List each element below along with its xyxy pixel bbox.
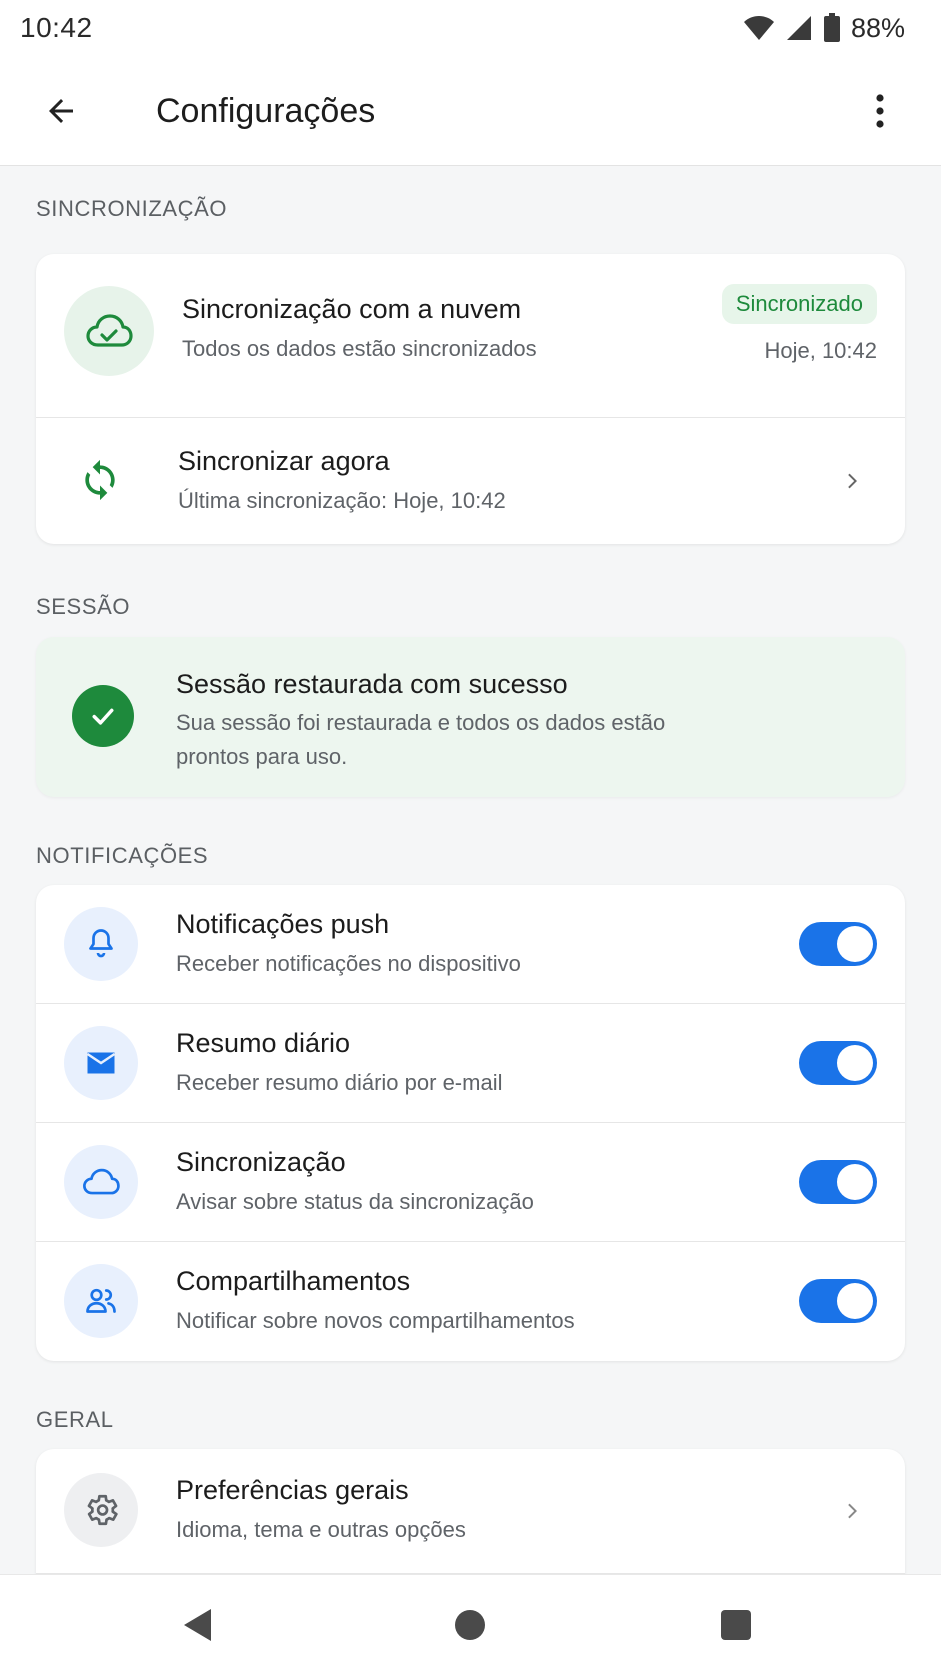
more-vert-icon <box>876 94 884 128</box>
sync-notif-title: Sincronização <box>176 1147 346 1177</box>
status-bar: 10:42 88% <box>0 0 941 56</box>
nav-recents-button[interactable] <box>714 1603 758 1647</box>
shares-subtitle: Notificar sobre novos compartilhamentos <box>176 1308 575 1333</box>
settings-screen: 10:42 88% Configurações SINCRONIZAÇÃO Si… <box>0 0 941 1672</box>
push-subtitle: Receber notificações no dispositivo <box>176 951 521 976</box>
session-message-line2: prontos para uso. <box>176 744 348 769</box>
sync-now-row[interactable]: Sincronizar agora Última sincronização: … <box>36 418 905 544</box>
signal-icon <box>786 16 811 40</box>
cloud-sync-title: Sincronização com a nuvem <box>182 294 522 324</box>
system-nav-bar <box>0 1574 941 1672</box>
wifi-icon <box>743 16 774 40</box>
toggle-knob <box>837 1283 873 1319</box>
app-bar: Configurações <box>0 56 941 166</box>
people-icon <box>86 1288 116 1313</box>
list-item-push[interactable]: Notificações push Receber notificações n… <box>36 885 905 1003</box>
daily-summary-toggle[interactable] <box>799 1041 877 1085</box>
session-success-card: Sessão restaurada com sucesso Sua sessão… <box>36 637 905 797</box>
chevron-right-icon <box>848 1503 857 1519</box>
sync-now-subtitle: Última sincronização: Hoje, 10:42 <box>178 488 506 513</box>
arrow-back-icon <box>49 99 73 123</box>
general-preferences-subtitle: Idioma, tema e outras opções <box>176 1517 466 1542</box>
sync-notif-toggle[interactable] <box>799 1160 877 1204</box>
bell-icon <box>89 929 113 958</box>
nav-home-icon <box>455 1610 485 1640</box>
shares-title: Compartilhamentos <box>176 1266 411 1296</box>
daily-summary-title: Resumo diário <box>176 1028 351 1058</box>
chevron-right-icon <box>848 473 857 489</box>
bell-icon-circle <box>64 907 138 981</box>
people-icon-circle <box>64 1264 138 1338</box>
status-icons: 88% <box>743 13 905 44</box>
check-icon <box>92 708 114 725</box>
shares-toggle[interactable] <box>799 1279 877 1323</box>
nav-recents-icon <box>721 1610 751 1640</box>
toggle-knob <box>837 926 873 962</box>
nav-back-button[interactable] <box>176 1603 220 1647</box>
push-toggle[interactable] <box>799 922 877 966</box>
list-item-daily-summary[interactable]: Resumo diário Receber resumo diário por … <box>36 1004 905 1122</box>
section-label-notifications: NOTIFICAÇÕES <box>36 843 209 868</box>
more-options-button[interactable] <box>855 86 905 136</box>
cloud-sync-row: Sincronização com a nuvem Todos os dados… <box>36 254 905 417</box>
mail-icon-circle <box>64 1026 138 1100</box>
battery-percentage: 88% <box>850 12 905 43</box>
status-badge: Sincronizado <box>721 284 877 324</box>
list-item-sync-notifications[interactable]: Sincronização Avisar sobre status da sin… <box>36 1123 905 1241</box>
mail-icon <box>86 1052 116 1074</box>
nav-home-button[interactable] <box>448 1603 492 1647</box>
session-message-line1: Sua sessão foi restaurada e todos os dad… <box>176 710 666 735</box>
battery-icon <box>823 13 840 42</box>
general-card: Preferências gerais Idioma, tema e outra… <box>36 1449 905 1589</box>
section-label-sync: SINCRONIZAÇÃO <box>36 196 228 221</box>
sync-card: Sincronização com a nuvem Todos os dados… <box>36 254 905 544</box>
cloud-sync-subtitle: Todos os dados estão sincronizados <box>182 336 537 361</box>
session-title: Sessão restaurada com sucesso <box>176 669 568 699</box>
section-label-session: SESSÃO <box>36 594 131 619</box>
toggle-knob <box>837 1164 873 1200</box>
toggle-knob <box>837 1045 873 1081</box>
push-title: Notificações push <box>176 909 390 939</box>
notifications-card: Notificações push Receber notificações n… <box>36 885 905 1361</box>
cloud-check-icon <box>86 314 133 347</box>
sync-notif-subtitle: Avisar sobre status da sincronização <box>176 1189 534 1214</box>
cloud-icon <box>83 1168 120 1195</box>
gear-icon-circle <box>64 1473 138 1547</box>
cloud-icon-circle <box>64 1145 138 1219</box>
list-item-general-preferences[interactable]: Preferências gerais Idioma, tema e outra… <box>36 1449 905 1573</box>
page-title: Configurações <box>156 92 376 130</box>
nav-back-icon <box>184 1609 211 1641</box>
section-label-general: GERAL <box>36 1407 114 1432</box>
gear-icon <box>87 1494 118 1526</box>
list-item-shares[interactable]: Compartilhamentos Notificar sobre novos … <box>36 1242 905 1361</box>
cloud-sync-time: Hoje, 10:42 <box>764 338 877 363</box>
sync-icon <box>85 459 115 501</box>
sync-now-title: Sincronizar agora <box>178 446 390 476</box>
status-time: 10:42 <box>20 12 93 43</box>
back-button[interactable] <box>36 86 86 136</box>
daily-summary-subtitle: Receber resumo diário por e-mail <box>176 1070 503 1095</box>
general-preferences-title: Preferências gerais <box>176 1475 409 1505</box>
cloud-icon-circle <box>64 286 154 376</box>
check-circle-icon <box>72 685 134 747</box>
